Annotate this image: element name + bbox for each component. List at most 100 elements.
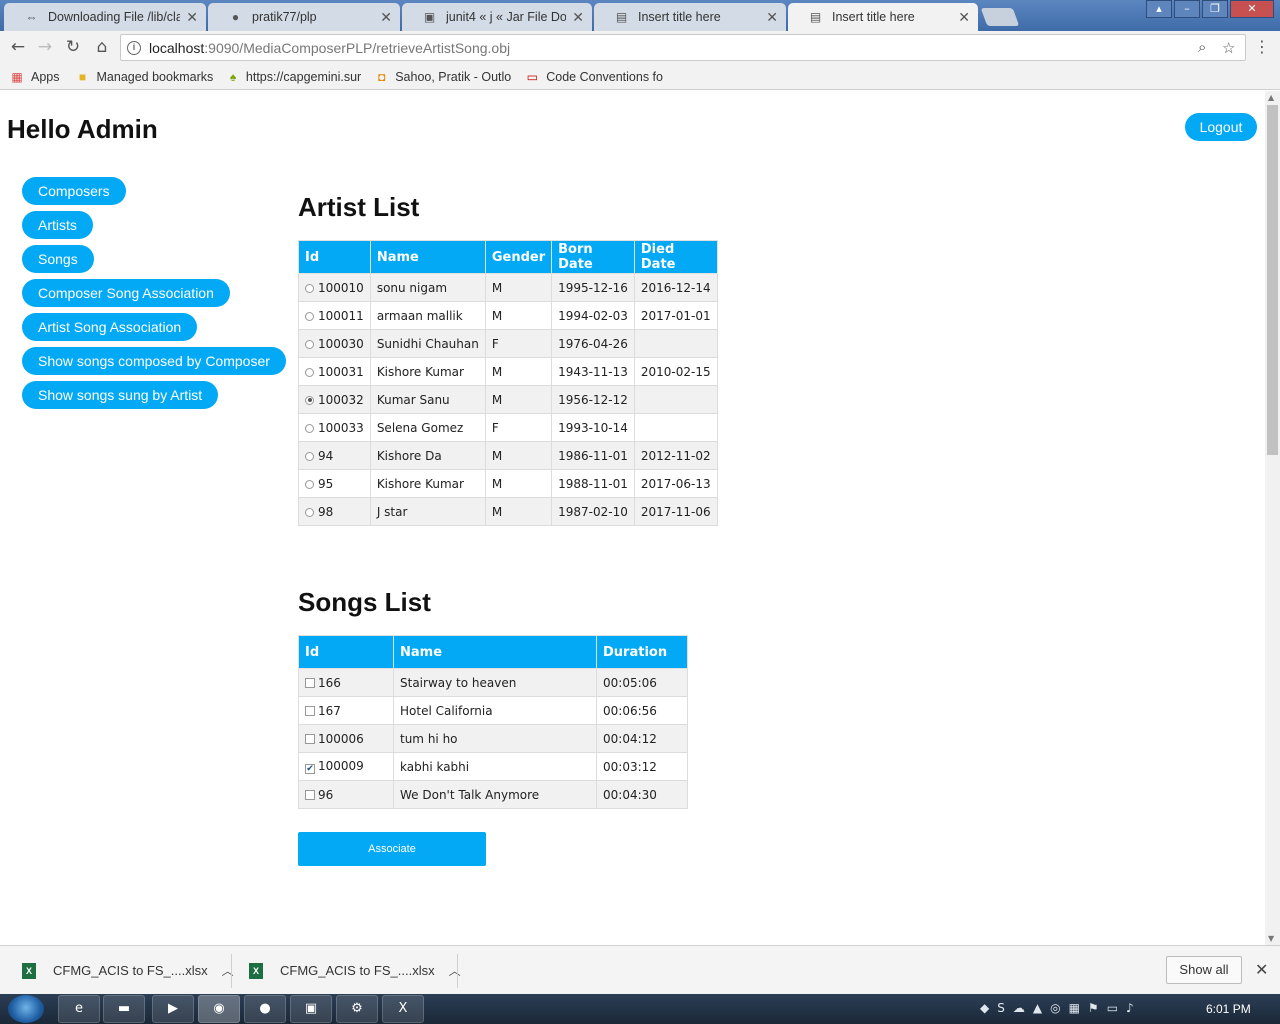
zoom-icon[interactable]: ⌕ xyxy=(1198,39,1206,56)
media-player-icon[interactable]: ▶ xyxy=(152,995,194,1023)
tab-junit4-jar[interactable]: ▣ junit4 « j « Jar File Downl ✕ xyxy=(402,3,592,31)
table-row[interactable]: 100006 tum hi ho 00:04:12 xyxy=(298,724,688,753)
song-checkbox[interactable] xyxy=(305,733,315,744)
download-filename: CFMG_ACIS to FS_....xlsx xyxy=(280,963,435,978)
chrome-menu-icon[interactable]: ⋮ xyxy=(1254,39,1270,55)
bookmark-star-icon[interactable]: ☆ xyxy=(1222,39,1235,57)
eclipse-icon[interactable]: ● xyxy=(244,995,286,1023)
shield-icon[interactable]: ◆ xyxy=(980,1001,989,1015)
id-cell: 166 xyxy=(298,668,394,697)
nav-composer-song-association-button[interactable]: Composer Song Association xyxy=(22,279,230,307)
start-button[interactable] xyxy=(8,995,44,1023)
table-row[interactable]: 167 Hotel California 00:06:56 xyxy=(298,696,688,725)
volume-icon[interactable]: ♪ xyxy=(1126,1001,1134,1015)
download-item[interactable]: X CFMG_ACIS to FS_....xlsx ︿ xyxy=(22,946,234,995)
network-config-icon[interactable]: ▦ xyxy=(1069,1001,1080,1015)
logout-button[interactable]: Logout xyxy=(1185,113,1257,141)
artist-gender: F xyxy=(484,413,553,442)
artist-radio[interactable] xyxy=(305,451,314,461)
downloads-bar: X CFMG_ACIS to FS_....xlsx ︿ X CFMG_ACIS… xyxy=(0,945,1280,994)
address-bar[interactable]: i localhost:9090/MediaComposerPLP/retrie… xyxy=(120,34,1246,61)
nav-composers-button[interactable]: Composers xyxy=(22,177,126,205)
table-row[interactable]: 100033 Selena Gomez F 1993-10-14 xyxy=(298,413,718,442)
table-row[interactable]: ✔ 100009 kabhi kabhi 00:03:12 xyxy=(298,752,688,781)
download-item[interactable]: X CFMG_ACIS to FS_....xlsx ︿ xyxy=(249,946,461,995)
close-tab-icon[interactable]: ✕ xyxy=(958,9,970,26)
window-close-icon[interactable]: ✕ xyxy=(1230,0,1274,18)
table-row[interactable]: 95 Kishore Kumar M 1988-11-01 2017-06-13 xyxy=(298,469,718,498)
artist-name: sonu nigam xyxy=(369,273,486,302)
antivirus-icon[interactable]: ◎ xyxy=(1050,1001,1060,1015)
chrome-icon[interactable]: ◉ xyxy=(198,995,240,1023)
bookmark-outlook[interactable]: ◘ Sahoo, Pratik - Outlo xyxy=(375,70,511,84)
user-icon[interactable]: ▴ xyxy=(1146,0,1172,18)
bookmark-managed[interactable]: ■ Managed bookmarks xyxy=(76,70,213,84)
song-checkbox[interactable] xyxy=(305,677,315,688)
close-downloads-icon[interactable]: ✕ xyxy=(1255,960,1268,979)
back-icon[interactable]: ← xyxy=(7,37,29,59)
page-scrollbar[interactable]: ▲ ▼ xyxy=(1265,91,1280,945)
tab-insert-title-1[interactable]: ▤ Insert title here ✕ xyxy=(594,3,786,31)
scroll-up-icon[interactable]: ▲ xyxy=(1268,93,1274,102)
close-tab-icon[interactable]: ✕ xyxy=(572,9,584,26)
artist-radio[interactable] xyxy=(305,395,314,405)
reload-icon[interactable]: ↻ xyxy=(62,37,84,59)
scrollbar-thumb[interactable] xyxy=(1267,105,1278,455)
song-id: 167 xyxy=(318,703,341,718)
close-tab-icon[interactable]: ✕ xyxy=(186,9,198,26)
tab-downloading-file[interactable]: ⇔ Downloading File /lib/cla ✕ xyxy=(4,3,206,31)
song-checkbox[interactable] xyxy=(305,789,315,800)
taskbar-clock[interactable]: 6:01 PM xyxy=(1206,1002,1251,1016)
table-row[interactable]: 100010 sonu nigam M 1995-12-16 2016-12-14 xyxy=(298,273,718,302)
internet-explorer-icon[interactable]: e xyxy=(58,995,100,1023)
new-tab-button[interactable] xyxy=(980,8,1020,26)
restore-icon[interactable]: ❐ xyxy=(1202,0,1228,18)
close-tab-icon[interactable]: ✕ xyxy=(380,9,392,26)
artist-radio[interactable] xyxy=(305,507,314,517)
table-row[interactable]: 94 Kishore Da M 1986-11-01 2012-11-02 xyxy=(298,441,718,470)
table-row[interactable]: 100030 Sunidhi Chauhan F 1976-04-26 xyxy=(298,329,718,358)
nav-artist-song-association-button[interactable]: Artist Song Association xyxy=(22,313,198,341)
table-row[interactable]: 100032 Kumar Sanu M 1956-12-12 xyxy=(298,385,718,414)
artist-radio[interactable] xyxy=(305,283,314,293)
excel-icon[interactable]: X xyxy=(382,995,424,1023)
nav-artists-button[interactable]: Artists xyxy=(22,211,93,239)
settings-gear-icon[interactable]: ⚙ xyxy=(336,995,378,1023)
bookmark-oracle[interactable]: ▭ Code Conventions fo xyxy=(525,70,663,84)
show-all-downloads-button[interactable]: Show all xyxy=(1166,956,1242,984)
scroll-down-icon[interactable]: ▼ xyxy=(1268,934,1274,943)
artist-radio[interactable] xyxy=(305,339,314,349)
tab-insert-title-2-active[interactable]: ▤ Insert title here ✕ xyxy=(788,3,978,31)
explorer-folder-icon[interactable]: ▬ xyxy=(103,995,145,1023)
onedrive-icon[interactable]: ▲ xyxy=(1033,1001,1042,1015)
song-checkbox[interactable] xyxy=(305,705,315,716)
nav-songs-by-composer-button[interactable]: Show songs composed by Composer xyxy=(22,347,286,375)
nav-songs-button[interactable]: Songs xyxy=(22,245,94,273)
close-tab-icon[interactable]: ✕ xyxy=(766,9,778,26)
sql-developer-icon[interactable]: ▣ xyxy=(290,995,332,1023)
cloud-icon[interactable]: ☁ xyxy=(1013,1001,1025,1015)
home-icon[interactable]: ⌂ xyxy=(91,37,113,59)
table-row[interactable]: 96 We Don't Talk Anymore 00:04:30 xyxy=(298,780,688,809)
nav-songs-by-artist-button[interactable]: Show songs sung by Artist xyxy=(22,381,219,409)
artist-radio[interactable] xyxy=(305,423,314,433)
minimize-icon[interactable]: – xyxy=(1174,0,1200,18)
song-checkbox[interactable]: ✔ xyxy=(305,764,315,774)
chevron-up-icon[interactable]: ︿ xyxy=(449,962,461,979)
network-icon[interactable]: ▭ xyxy=(1107,1001,1118,1015)
info-icon[interactable]: i xyxy=(127,40,141,55)
bookmark-apps[interactable]: ▦ Apps xyxy=(10,70,59,84)
artist-radio[interactable] xyxy=(305,367,314,377)
tab-github-plp[interactable]: ● pratik77/plp ✕ xyxy=(208,3,400,31)
forward-icon[interactable]: → xyxy=(34,37,56,59)
flag-icon[interactable]: ⚑ xyxy=(1088,1001,1099,1015)
table-row[interactable]: 98 J star M 1987-02-10 2017-11-06 xyxy=(298,497,718,526)
table-row[interactable]: 100011 armaan mallik M 1994-02-03 2017-01-01 xyxy=(298,301,718,330)
table-row[interactable]: 100031 Kishore Kumar M 1943-11-13 2010-02-15 xyxy=(298,357,718,386)
artist-radio[interactable] xyxy=(305,479,314,489)
table-row[interactable]: 166 Stairway to heaven 00:05:06 xyxy=(298,668,688,697)
associate-button[interactable]: Associate xyxy=(298,832,486,866)
artist-radio[interactable] xyxy=(305,311,314,321)
bookmark-capgemini[interactable]: ♠ https://capgemini.sur xyxy=(227,70,361,84)
skype-icon[interactable]: S xyxy=(997,1001,1005,1015)
